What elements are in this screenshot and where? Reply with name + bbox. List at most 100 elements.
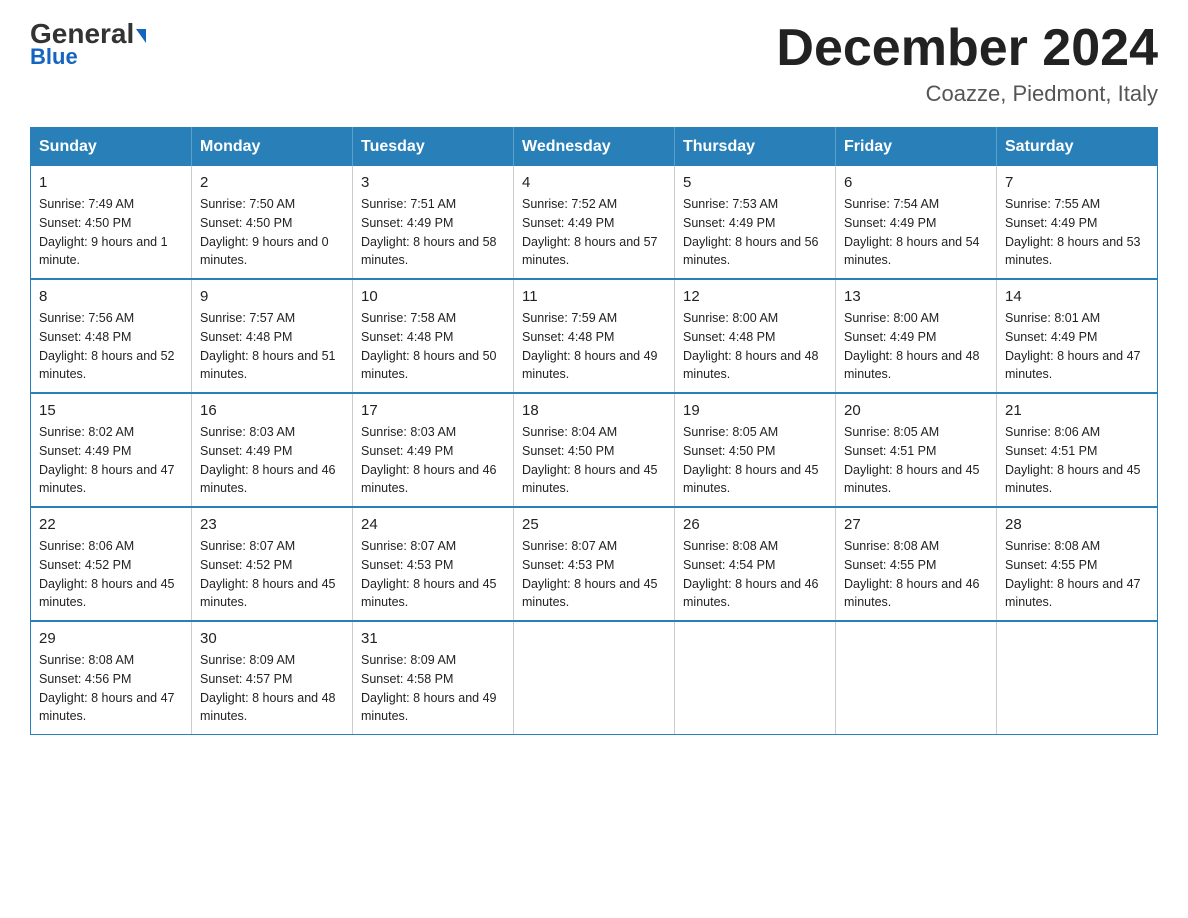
day-info: Sunrise: 8:06 AMSunset: 4:52 PMDaylight:…	[39, 537, 183, 612]
calendar-cell: 19 Sunrise: 8:05 AMSunset: 4:50 PMDaylig…	[675, 393, 836, 507]
day-number: 13	[844, 288, 988, 305]
weekday-header-saturday: Saturday	[997, 128, 1158, 167]
calendar-cell: 17 Sunrise: 8:03 AMSunset: 4:49 PMDaylig…	[353, 393, 514, 507]
calendar-cell: 21 Sunrise: 8:06 AMSunset: 4:51 PMDaylig…	[997, 393, 1158, 507]
day-number: 18	[522, 402, 666, 419]
location-title: Coazze, Piedmont, Italy	[776, 81, 1158, 107]
calendar-cell: 12 Sunrise: 8:00 AMSunset: 4:48 PMDaylig…	[675, 279, 836, 393]
calendar-cell: 11 Sunrise: 7:59 AMSunset: 4:48 PMDaylig…	[514, 279, 675, 393]
calendar-cell	[675, 621, 836, 735]
day-number: 19	[683, 402, 827, 419]
header: General Blue December 2024 Coazze, Piedm…	[30, 20, 1158, 107]
day-info: Sunrise: 7:49 AMSunset: 4:50 PMDaylight:…	[39, 195, 183, 270]
day-info: Sunrise: 7:55 AMSunset: 4:49 PMDaylight:…	[1005, 195, 1149, 270]
calendar-cell	[997, 621, 1158, 735]
calendar-week-row: 8 Sunrise: 7:56 AMSunset: 4:48 PMDayligh…	[31, 279, 1158, 393]
day-number: 30	[200, 630, 344, 647]
day-info: Sunrise: 7:54 AMSunset: 4:49 PMDaylight:…	[844, 195, 988, 270]
weekday-header-row: SundayMondayTuesdayWednesdayThursdayFrid…	[31, 128, 1158, 167]
day-number: 26	[683, 516, 827, 533]
calendar-cell: 1 Sunrise: 7:49 AMSunset: 4:50 PMDayligh…	[31, 166, 192, 279]
day-info: Sunrise: 8:08 AMSunset: 4:55 PMDaylight:…	[1005, 537, 1149, 612]
calendar-cell: 7 Sunrise: 7:55 AMSunset: 4:49 PMDayligh…	[997, 166, 1158, 279]
calendar-cell: 8 Sunrise: 7:56 AMSunset: 4:48 PMDayligh…	[31, 279, 192, 393]
calendar-cell: 15 Sunrise: 8:02 AMSunset: 4:49 PMDaylig…	[31, 393, 192, 507]
day-info: Sunrise: 8:03 AMSunset: 4:49 PMDaylight:…	[200, 423, 344, 498]
day-number: 6	[844, 174, 988, 191]
day-number: 28	[1005, 516, 1149, 533]
day-info: Sunrise: 8:09 AMSunset: 4:58 PMDaylight:…	[361, 651, 505, 726]
calendar-cell: 13 Sunrise: 8:00 AMSunset: 4:49 PMDaylig…	[836, 279, 997, 393]
day-info: Sunrise: 7:52 AMSunset: 4:49 PMDaylight:…	[522, 195, 666, 270]
day-number: 2	[200, 174, 344, 191]
calendar-week-row: 15 Sunrise: 8:02 AMSunset: 4:49 PMDaylig…	[31, 393, 1158, 507]
day-info: Sunrise: 8:09 AMSunset: 4:57 PMDaylight:…	[200, 651, 344, 726]
day-number: 25	[522, 516, 666, 533]
day-info: Sunrise: 8:06 AMSunset: 4:51 PMDaylight:…	[1005, 423, 1149, 498]
day-number: 20	[844, 402, 988, 419]
calendar-cell: 3 Sunrise: 7:51 AMSunset: 4:49 PMDayligh…	[353, 166, 514, 279]
day-number: 29	[39, 630, 183, 647]
day-info: Sunrise: 7:58 AMSunset: 4:48 PMDaylight:…	[361, 309, 505, 384]
calendar-week-row: 22 Sunrise: 8:06 AMSunset: 4:52 PMDaylig…	[31, 507, 1158, 621]
weekday-header-sunday: Sunday	[31, 128, 192, 167]
calendar-week-row: 1 Sunrise: 7:49 AMSunset: 4:50 PMDayligh…	[31, 166, 1158, 279]
weekday-header-friday: Friday	[836, 128, 997, 167]
day-number: 3	[361, 174, 505, 191]
calendar-cell: 4 Sunrise: 7:52 AMSunset: 4:49 PMDayligh…	[514, 166, 675, 279]
day-number: 7	[1005, 174, 1149, 191]
calendar-table: SundayMondayTuesdayWednesdayThursdayFrid…	[30, 127, 1158, 735]
day-number: 15	[39, 402, 183, 419]
title-area: December 2024 Coazze, Piedmont, Italy	[776, 20, 1158, 107]
day-info: Sunrise: 7:51 AMSunset: 4:49 PMDaylight:…	[361, 195, 505, 270]
calendar-cell: 16 Sunrise: 8:03 AMSunset: 4:49 PMDaylig…	[192, 393, 353, 507]
month-title: December 2024	[776, 20, 1158, 77]
logo-arrow-icon	[136, 29, 146, 43]
day-info: Sunrise: 8:02 AMSunset: 4:49 PMDaylight:…	[39, 423, 183, 498]
calendar-cell: 29 Sunrise: 8:08 AMSunset: 4:56 PMDaylig…	[31, 621, 192, 735]
calendar-cell: 24 Sunrise: 8:07 AMSunset: 4:53 PMDaylig…	[353, 507, 514, 621]
day-info: Sunrise: 8:04 AMSunset: 4:50 PMDaylight:…	[522, 423, 666, 498]
day-info: Sunrise: 7:53 AMSunset: 4:49 PMDaylight:…	[683, 195, 827, 270]
day-number: 16	[200, 402, 344, 419]
day-info: Sunrise: 7:59 AMSunset: 4:48 PMDaylight:…	[522, 309, 666, 384]
day-number: 4	[522, 174, 666, 191]
calendar-cell: 25 Sunrise: 8:07 AMSunset: 4:53 PMDaylig…	[514, 507, 675, 621]
day-info: Sunrise: 8:01 AMSunset: 4:49 PMDaylight:…	[1005, 309, 1149, 384]
calendar-cell: 23 Sunrise: 8:07 AMSunset: 4:52 PMDaylig…	[192, 507, 353, 621]
weekday-header-tuesday: Tuesday	[353, 128, 514, 167]
weekday-header-wednesday: Wednesday	[514, 128, 675, 167]
calendar-cell: 14 Sunrise: 8:01 AMSunset: 4:49 PMDaylig…	[997, 279, 1158, 393]
day-info: Sunrise: 8:00 AMSunset: 4:48 PMDaylight:…	[683, 309, 827, 384]
day-number: 8	[39, 288, 183, 305]
day-info: Sunrise: 8:05 AMSunset: 4:51 PMDaylight:…	[844, 423, 988, 498]
day-info: Sunrise: 8:05 AMSunset: 4:50 PMDaylight:…	[683, 423, 827, 498]
calendar-cell: 6 Sunrise: 7:54 AMSunset: 4:49 PMDayligh…	[836, 166, 997, 279]
day-info: Sunrise: 8:07 AMSunset: 4:53 PMDaylight:…	[361, 537, 505, 612]
logo: General Blue	[30, 20, 146, 70]
calendar-cell: 20 Sunrise: 8:05 AMSunset: 4:51 PMDaylig…	[836, 393, 997, 507]
day-info: Sunrise: 7:57 AMSunset: 4:48 PMDaylight:…	[200, 309, 344, 384]
calendar-cell: 10 Sunrise: 7:58 AMSunset: 4:48 PMDaylig…	[353, 279, 514, 393]
day-number: 1	[39, 174, 183, 191]
calendar-week-row: 29 Sunrise: 8:08 AMSunset: 4:56 PMDaylig…	[31, 621, 1158, 735]
calendar-cell: 22 Sunrise: 8:06 AMSunset: 4:52 PMDaylig…	[31, 507, 192, 621]
day-number: 5	[683, 174, 827, 191]
day-info: Sunrise: 8:08 AMSunset: 4:55 PMDaylight:…	[844, 537, 988, 612]
day-number: 12	[683, 288, 827, 305]
day-number: 9	[200, 288, 344, 305]
day-info: Sunrise: 8:00 AMSunset: 4:49 PMDaylight:…	[844, 309, 988, 384]
logo-part2: Blue	[30, 44, 78, 70]
calendar-cell: 18 Sunrise: 8:04 AMSunset: 4:50 PMDaylig…	[514, 393, 675, 507]
day-number: 21	[1005, 402, 1149, 419]
day-info: Sunrise: 8:08 AMSunset: 4:56 PMDaylight:…	[39, 651, 183, 726]
calendar-cell: 26 Sunrise: 8:08 AMSunset: 4:54 PMDaylig…	[675, 507, 836, 621]
day-info: Sunrise: 8:03 AMSunset: 4:49 PMDaylight:…	[361, 423, 505, 498]
day-number: 31	[361, 630, 505, 647]
day-number: 23	[200, 516, 344, 533]
day-info: Sunrise: 8:07 AMSunset: 4:52 PMDaylight:…	[200, 537, 344, 612]
day-info: Sunrise: 8:07 AMSunset: 4:53 PMDaylight:…	[522, 537, 666, 612]
day-number: 17	[361, 402, 505, 419]
day-number: 27	[844, 516, 988, 533]
calendar-cell: 27 Sunrise: 8:08 AMSunset: 4:55 PMDaylig…	[836, 507, 997, 621]
